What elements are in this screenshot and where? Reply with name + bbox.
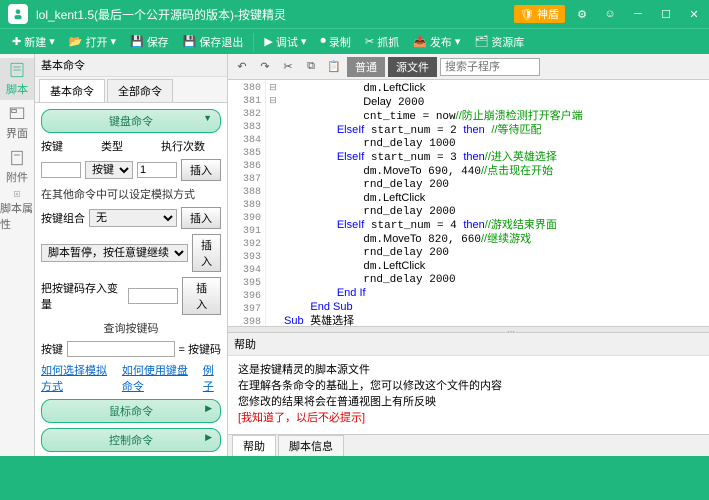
search-sub-input[interactable] (440, 58, 540, 76)
save-exit-button[interactable]: 💾 保存退出 (177, 32, 250, 52)
insert-button-3[interactable]: 插入 (192, 234, 221, 272)
section-keyboard[interactable]: 键盘命令 (41, 109, 221, 133)
help-line-2: 在理解各条命令的基础上，您可以修改这个文件的内容 (238, 378, 709, 394)
main-toolbar: ✚ 新建 ▾ 📂 打开 ▾ 💾 保存 💾 保存退出 ▶ 调试 ▾ ⏺ 录制 ✂ … (0, 28, 709, 54)
eq-keycode-label: = 按键码 (179, 341, 221, 357)
combo-label: 按键组合 (41, 210, 85, 226)
app-logo (8, 4, 28, 24)
code-toolbar: ↶ ↷ ✂ ⧉ 📋 普通 源文件 (228, 54, 709, 80)
help-dismiss-link[interactable]: [我知道了，以后不必提示] (238, 410, 709, 426)
titlebar-region: lol_kent1.5(最后一个公开源码的版本)-按键精灵 🛡 神盾 ⚙ ☺ ─… (0, 0, 709, 28)
fold-gutter[interactable]: ⊟ ⊟ (266, 80, 280, 326)
panel-title: 基本命令 (35, 54, 227, 77)
sidebar-props[interactable]: 脚本属性 (0, 190, 34, 232)
type-label: 类型 (101, 138, 123, 154)
link-sim-mode[interactable]: 如何选择模拟方式 (41, 362, 114, 394)
line-numbers: 380 381 382 383 384 385 386 387 388 389 … (228, 80, 266, 326)
key-input[interactable] (41, 162, 81, 178)
key-label: 按键 (41, 138, 63, 154)
settings-icon[interactable]: ⚙ (575, 8, 589, 21)
insert-button-1[interactable]: 插入 (181, 159, 221, 181)
var-label: 把按键码存入变量 (41, 280, 124, 312)
capture-button[interactable]: ✂ 抓抓 (359, 32, 405, 52)
window-title: lol_kent1.5(最后一个公开源码的版本)-按键精灵 (36, 6, 514, 23)
cut-icon[interactable]: ✂ (278, 57, 298, 77)
open-button[interactable]: 📂 打开 ▾ (63, 32, 122, 52)
note-sim-mode: 在其他命令中可以设定模拟方式 (41, 186, 221, 202)
tab-source-view[interactable]: 源文件 (388, 57, 437, 77)
record-button[interactable]: ⏺ 录制 (314, 32, 357, 52)
help-title: 帮助 (228, 333, 709, 356)
key-label-2: 按键 (41, 341, 63, 357)
minimize-icon[interactable]: ─ (631, 8, 645, 21)
search-keycode-label: 查询按键码 (41, 320, 221, 336)
code-text[interactable]: dm.LeftClick Delay 2000 cnt_time = now//… (280, 80, 709, 326)
type-select[interactable]: 按键 (85, 161, 133, 179)
link-keyboard-help[interactable]: 如何使用键盘命令 (122, 362, 195, 394)
help-tab-info[interactable]: 脚本信息 (278, 435, 344, 456)
sidebar-script[interactable]: 脚本 (0, 58, 34, 100)
insert-button-4[interactable]: 插入 (182, 277, 221, 315)
save-button[interactable]: 💾 保存 (124, 32, 175, 52)
command-panel: 基本命令 基本命令 全部命令 键盘命令 按键 类型 执行次数 按键 插入 在其他… (35, 54, 228, 456)
new-button[interactable]: ✚ 新建 ▾ (6, 32, 61, 52)
publish-button[interactable]: 📤 发布 ▾ (407, 32, 466, 52)
sidebar-attach[interactable]: 附件 (0, 146, 34, 188)
copy-icon[interactable]: ⧉ (301, 57, 321, 77)
count-label: 执行次数 (161, 138, 205, 154)
help-panel: ⋯ 帮助 这是按键精灵的脚本源文件 在理解各条命令的基础上，您可以修改这个文件的… (228, 326, 709, 456)
close-icon[interactable]: ✕ (687, 8, 701, 21)
redo-icon[interactable]: ↷ (255, 57, 275, 77)
keycode-input[interactable] (67, 341, 175, 357)
feedback-icon[interactable]: ☺ (603, 8, 617, 21)
section-mouse[interactable]: 鼠标命令 (41, 399, 221, 423)
var-input[interactable] (128, 288, 178, 304)
shield-badge[interactable]: 🛡 神盾 (514, 5, 565, 23)
tab-basic-commands[interactable]: 基本命令 (39, 79, 105, 102)
statusbar (0, 456, 709, 474)
code-editor[interactable]: 380 381 382 383 384 385 386 387 388 389 … (228, 80, 709, 326)
tab-normal-view[interactable]: 普通 (347, 57, 385, 77)
repo-button[interactable]: 🗂 资源库 (468, 32, 530, 52)
maximize-icon[interactable]: ☐ (659, 8, 673, 21)
section-control[interactable]: 控制命令 (41, 428, 221, 452)
editor-panel: ↶ ↷ ✂ ⧉ 📋 普通 源文件 380 381 382 383 384 385… (228, 54, 709, 456)
tab-all-commands[interactable]: 全部命令 (107, 79, 173, 102)
count-input[interactable] (137, 162, 177, 178)
debug-button[interactable]: ▶ 调试 ▾ (258, 32, 312, 52)
link-example[interactable]: 例子 (203, 362, 221, 394)
help-line-3: 您修改的结果将会在普通视图上有所反映 (238, 394, 709, 410)
help-line-1: 这是按键精灵的脚本源文件 (238, 362, 709, 378)
sidebar-ui[interactable]: 界面 (0, 102, 34, 144)
pause-select[interactable]: 脚本暂停，按任意键继续 (41, 244, 188, 262)
left-sidebar: 脚本 界面 附件 脚本属性 (0, 54, 35, 456)
paste-icon[interactable]: 📋 (324, 57, 344, 77)
combo-select[interactable]: 无 (89, 209, 177, 227)
undo-icon[interactable]: ↶ (232, 57, 252, 77)
insert-button-2[interactable]: 插入 (181, 207, 221, 229)
help-tab-help[interactable]: 帮助 (232, 435, 276, 456)
